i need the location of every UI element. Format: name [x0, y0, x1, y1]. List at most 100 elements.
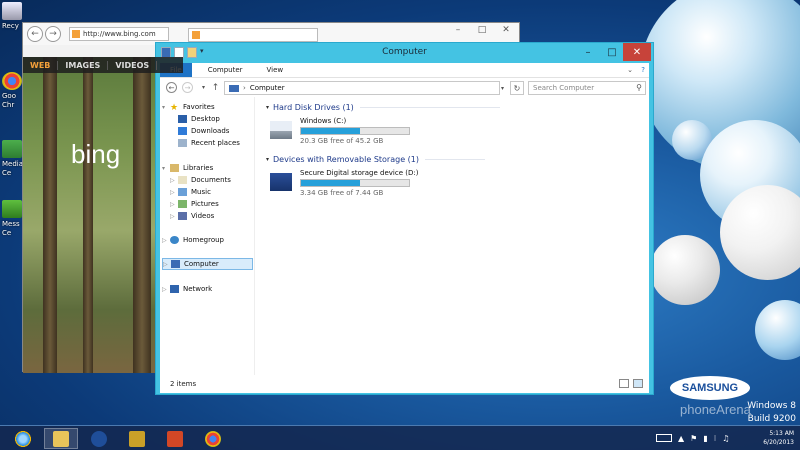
large-icons-view-icon[interactable]	[633, 379, 643, 388]
group-header[interactable]: ▾ Devices with Removable Storage (1)	[266, 155, 485, 164]
collapse-arrow-icon[interactable]: ▾	[162, 104, 170, 111]
ie-tab[interactable]	[188, 28, 318, 42]
drive-item[interactable]: Secure Digital storage device (D:) 3.34 …	[270, 169, 420, 203]
nav-label: Favorites	[183, 103, 215, 111]
desktop-icon-media-center[interactable]: Media Ce	[2, 140, 24, 178]
battery-icon[interactable]: ▮	[703, 434, 707, 443]
expand-arrow-icon[interactable]: ▷	[163, 261, 171, 268]
bing-menu-videos[interactable]: VIDEOS	[108, 60, 158, 70]
recent-places-icon	[178, 139, 187, 147]
flag-icon[interactable]: ⚑	[690, 434, 697, 443]
taskbar-ie-button[interactable]	[6, 428, 40, 449]
nav-downloads[interactable]: Downloads	[178, 125, 229, 137]
close-button[interactable]: ✕	[623, 43, 651, 61]
taskbar-explorer-button[interactable]	[44, 428, 78, 449]
ie-back-button[interactable]: ←	[27, 26, 43, 42]
nav-computer[interactable]: ▷ Computer	[162, 258, 253, 270]
tab-view[interactable]: View	[255, 66, 296, 74]
explorer-window[interactable]: ▾ Computer – □ ✕ File Computer View ⌄ ? …	[155, 42, 654, 395]
sd-card-icon	[270, 173, 292, 191]
drive-usage-fill	[301, 128, 361, 134]
details-view-icon[interactable]	[619, 379, 629, 388]
expand-arrow-icon[interactable]: ▷	[162, 237, 170, 244]
ie-close-button[interactable]: ✕	[495, 23, 517, 37]
up-button[interactable]: ↑	[210, 82, 221, 93]
volume-icon[interactable]: ♫	[722, 434, 729, 443]
collapse-arrow-icon[interactable]: ▾	[266, 104, 269, 111]
nav-pictures[interactable]: ▷ Pictures	[170, 198, 219, 210]
group-header[interactable]: ▾ Hard Disk Drives (1)	[266, 103, 500, 112]
bing-menu-images[interactable]: IMAGES	[58, 60, 109, 70]
address-row: ← → ▾ ↑ › Computer ▾ ↻ Search Computer ⚲	[160, 77, 649, 97]
nav-label: Homegroup	[183, 236, 225, 244]
taskbar-app-button[interactable]	[120, 428, 154, 449]
clock-time: 5:13 AM	[769, 430, 794, 437]
nav-label: Pictures	[191, 200, 219, 208]
collapse-arrow-icon[interactable]: ▾	[266, 156, 269, 163]
explorer-titlebar[interactable]: ▾ Computer – □ ✕	[156, 43, 653, 63]
nav-desktop[interactable]: Desktop	[178, 113, 220, 125]
bing-logo: bing	[71, 139, 121, 169]
ie-forward-button[interactable]: →	[45, 26, 61, 42]
chrome-icon	[2, 72, 22, 90]
nav-network[interactable]: ▷ Network	[162, 283, 212, 295]
collapse-arrow-icon[interactable]: ▾	[162, 165, 170, 172]
desktop-icon-chrome[interactable]: Goo Chr	[2, 72, 24, 110]
tree-trunk	[43, 57, 57, 373]
search-icon[interactable]: ⚲	[636, 83, 642, 92]
clock[interactable]: 5:13 AM 6/20/2013	[763, 429, 794, 447]
expand-arrow-icon[interactable]: ▷	[170, 213, 178, 220]
expand-arrow-icon[interactable]: ▷	[170, 201, 178, 208]
desktop-icon-recycle-bin[interactable]: Recy	[2, 2, 24, 31]
back-button[interactable]: ←	[166, 82, 177, 93]
taskbar-office-button[interactable]	[158, 428, 192, 449]
nav-documents[interactable]: ▷ Documents	[170, 174, 231, 186]
help-icon[interactable]: ?	[641, 66, 645, 74]
expand-arrow-icon[interactable]: ▷	[162, 286, 170, 293]
drive-item[interactable]: Windows (C:) 20.3 GB free of 45.2 GB	[270, 117, 420, 151]
keyboard-icon[interactable]	[656, 434, 672, 442]
ie-maximize-button[interactable]: □	[471, 23, 493, 37]
network-icon[interactable]: ⁝	[714, 434, 717, 443]
tab-computer[interactable]: Computer	[196, 66, 255, 74]
nav-label: Computer	[184, 260, 219, 268]
recent-locations-icon[interactable]: ▾	[198, 82, 209, 93]
item-count: 2 items	[170, 380, 197, 388]
address-bar[interactable]: › Computer	[224, 81, 500, 95]
bing-favicon-icon	[72, 30, 80, 38]
breadcrumb-chevron-icon[interactable]: ›	[243, 84, 246, 92]
search-input[interactable]: Search Computer ⚲	[528, 81, 646, 95]
drive-usage-bar	[300, 127, 410, 135]
expand-arrow-icon[interactable]: ▷	[170, 177, 178, 184]
expand-arrow-icon[interactable]: ▷	[170, 189, 178, 196]
nav-label: Desktop	[191, 115, 220, 123]
maximize-button[interactable]: □	[601, 43, 623, 61]
ribbon-expand-icon[interactable]: ⌄	[627, 66, 633, 74]
nav-recent-places[interactable]: Recent places	[178, 137, 240, 149]
taskbar-chrome-button[interactable]	[196, 428, 230, 449]
tree-trunk	[133, 57, 151, 373]
group-header-label: Devices with Removable Storage (1)	[273, 155, 419, 164]
nav-label: Documents	[191, 176, 231, 184]
windows-drive-icon	[270, 121, 292, 139]
ie-minimize-button[interactable]: –	[447, 23, 469, 37]
minimize-button[interactable]: –	[577, 43, 599, 61]
nav-label: Music	[191, 188, 211, 196]
refresh-button[interactable]: ↻	[510, 81, 524, 95]
windows-version-info: Windows 8 Build 9200	[747, 400, 796, 426]
nav-homegroup[interactable]: ▷ Homegroup	[162, 234, 224, 246]
nav-favorites[interactable]: ▾ ★ Favorites	[162, 101, 215, 113]
nav-videos[interactable]: ▷ Videos	[170, 210, 214, 222]
bing-menu-web[interactable]: WEB	[23, 60, 59, 70]
desktop-icon	[178, 115, 187, 123]
taskbar-help-button[interactable]	[82, 428, 116, 449]
status-bar: 2 items	[160, 375, 649, 393]
nav-libraries[interactable]: ▾ Libraries	[162, 162, 213, 174]
expand-tray-icon[interactable]: ▲	[678, 434, 684, 443]
nav-music[interactable]: ▷ Music	[170, 186, 211, 198]
drive-name: Secure Digital storage device (D:)	[300, 169, 419, 177]
desktop-icon-message-center[interactable]: Mess Ce	[2, 200, 24, 238]
ie-address-bar[interactable]: http://www.bing.com	[69, 27, 169, 41]
forward-button[interactable]: →	[182, 82, 193, 93]
breadcrumb[interactable]: Computer	[250, 84, 285, 92]
